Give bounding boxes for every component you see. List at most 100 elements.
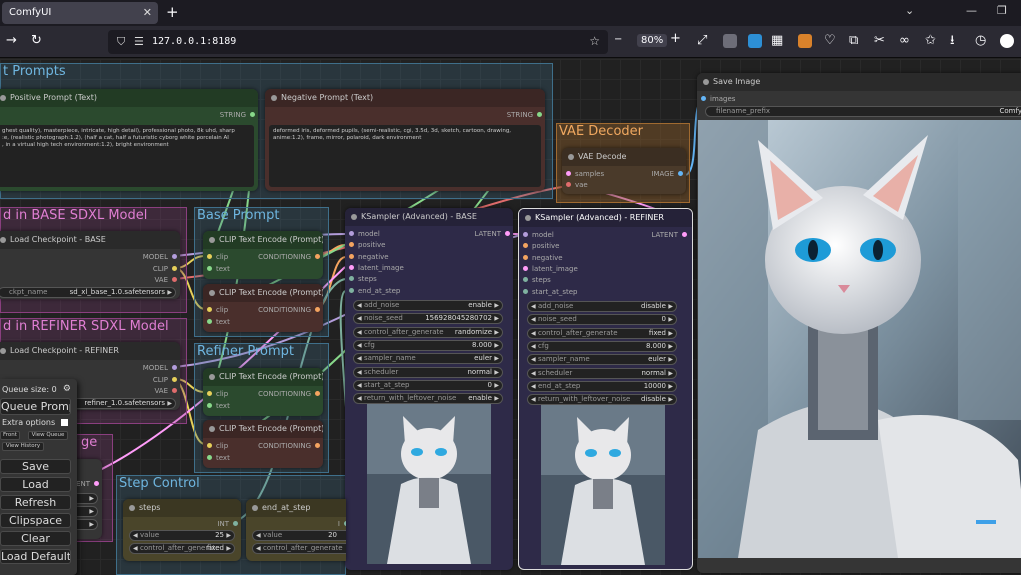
node-negative-prompt[interactable]: Negative Prompt (Text) STRING deformed i… — [265, 89, 545, 191]
history-icon[interactable]: ◷ — [975, 33, 986, 49]
fullscreen-icon[interactable]: ⤢ — [697, 33, 707, 49]
node-title[interactable]: steps — [123, 499, 241, 517]
input-positive[interactable]: positive — [522, 242, 559, 250]
positive-prompt-textarea[interactable]: ghest quality), masterpiece, intricate, … — [0, 125, 254, 187]
node-title[interactable]: Positive Prompt (Text) — [0, 89, 258, 107]
input-end-at-step[interactable]: end_at_step — [348, 287, 400, 295]
arrow-left-icon[interactable]: ◀ — [256, 544, 261, 553]
arrow-right-icon[interactable]: ▶ — [89, 520, 94, 529]
input-steps[interactable]: steps — [348, 275, 377, 283]
widget-cfg[interactable]: ◀ cfg 8.000 ▶ — [353, 339, 503, 351]
arrow-right-icon[interactable]: ▶ — [668, 355, 673, 364]
arrow-right-icon[interactable]: ▶ — [494, 394, 499, 403]
extension-screen-icon[interactable] — [798, 34, 812, 48]
input-text[interactable]: text — [206, 265, 230, 273]
save-button[interactable]: Save — [0, 459, 71, 474]
output-conditioning[interactable]: CONDITIONING — [258, 306, 321, 314]
arrow-right-icon[interactable]: ▶ — [167, 399, 172, 408]
input-text[interactable]: text — [206, 318, 230, 326]
output-image[interactable]: IMAGE — [651, 170, 684, 178]
input-clip[interactable]: clip — [206, 253, 228, 261]
output-vae[interactable]: VAE — [154, 276, 178, 284]
arrow-right-icon[interactable]: ▶ — [668, 369, 673, 378]
output-conditioning[interactable]: CONDITIONING — [258, 253, 321, 261]
load-button[interactable]: Load — [0, 477, 71, 492]
load-default-button[interactable]: Load Default — [0, 549, 71, 564]
output-int[interactable]: INT — [217, 520, 239, 528]
output-latent[interactable]: LATENT — [474, 230, 511, 238]
queue-prompt-button[interactable]: Queue Prompt — [0, 398, 71, 415]
node-ksampler-base[interactable]: KSampler (Advanced) - BASE LATENT model p… — [345, 208, 513, 570]
url-bar[interactable]: ⛉ ☰ 127.0.0.1:8189 ☆ — [108, 30, 608, 54]
arrow-left-icon[interactable]: ◀ — [256, 531, 261, 540]
input-latent-image[interactable]: latent_image — [522, 265, 578, 273]
extra-options-checkbox[interactable] — [60, 419, 68, 426]
arrow-left-icon[interactable]: ◀ — [531, 382, 536, 391]
gear-icon[interactable]: ⚙ — [63, 384, 71, 394]
output-vae[interactable]: VAE — [154, 387, 178, 395]
arrow-left-icon[interactable]: ◀ — [357, 354, 362, 363]
arrow-left-icon[interactable]: ◀ — [133, 531, 138, 540]
node-title[interactable]: Negative Prompt (Text) — [265, 89, 545, 107]
node-save-image[interactable]: Save Image images filename_prefix Comfy — [697, 73, 1021, 573]
arrow-right-icon[interactable]: ▶ — [89, 507, 94, 516]
zoom-level[interactable]: 80% — [637, 34, 668, 47]
arrow-right-icon[interactable]: ▶ — [494, 301, 499, 310]
widget-return-with-leftover-noise[interactable]: ◀ return_with_leftover_noise enable ▶ — [353, 393, 503, 405]
output-clip[interactable]: CLIP — [153, 376, 178, 384]
arrow-left-icon[interactable]: ◀ — [531, 302, 536, 311]
negative-prompt-textarea[interactable]: deformed iris, deformed pupils, (semi-re… — [269, 125, 541, 187]
widget-noise-seed[interactable]: ◀ noise_seed 156928045280702 ▶ — [353, 313, 503, 325]
refresh-button[interactable]: Refresh — [0, 495, 71, 510]
input-start-at-step[interactable]: start_at_step — [522, 288, 577, 296]
node-title[interactable]: KSampler (Advanced) - BASE — [345, 208, 513, 226]
arrow-right-icon[interactable]: ▶ — [167, 288, 172, 297]
arrow-right-icon[interactable]: ▶ — [668, 302, 673, 311]
input-latent-image[interactable]: latent_image — [348, 264, 404, 272]
reload-icon[interactable]: ↻ — [31, 33, 42, 49]
node-end-at-step[interactable]: end_at_step I ◀ value 20 ◀ control_after… — [246, 499, 346, 561]
restore-icon[interactable]: ❐ — [997, 4, 1007, 17]
widget-add-noise[interactable]: ◀ add_noise disable ▶ — [527, 301, 677, 312]
arrow-left-icon[interactable]: ◀ — [357, 341, 362, 350]
widget-scheduler[interactable]: ◀ scheduler normal ▶ — [353, 366, 503, 378]
node-title[interactable]: KSampler (Advanced) - REFINER — [519, 209, 692, 227]
input-images[interactable]: images — [700, 95, 735, 103]
filename-prefix-field[interactable]: filename_prefix Comfy — [705, 106, 1021, 117]
widget-return-with-leftover-noise[interactable]: ◀ return_with_leftover_noise disable ▶ — [527, 394, 677, 406]
arrow-left-icon[interactable]: ◀ — [133, 544, 138, 553]
extension-save-icon[interactable] — [748, 34, 762, 48]
arrow-right-icon[interactable]: ▶ — [668, 395, 673, 404]
steps-control-after-generate[interactable]: ◀ control_after_generate fixed ▶ — [129, 543, 235, 554]
arrow-right-icon[interactable]: ▶ — [668, 315, 673, 324]
widget-control-after-generate[interactable]: ◀ control_after_generate fixed ▶ — [527, 327, 677, 339]
input-text[interactable]: text — [206, 402, 230, 410]
node-title[interactable]: end_at_step — [246, 499, 346, 517]
tab-close-icon[interactable]: ✕ — [143, 2, 152, 24]
page-info-icon[interactable]: ☰ — [134, 35, 144, 48]
input-vae[interactable]: vae — [565, 181, 588, 189]
output-model[interactable]: MODEL — [143, 364, 178, 372]
arrow-right-icon[interactable]: ▶ — [494, 328, 499, 337]
node-clip-base-negative[interactable]: CLIP Text Encode (Prompt) clip text COND… — [203, 284, 323, 332]
output-string[interactable]: STRING — [220, 111, 256, 119]
arrow-left-icon[interactable]: ◀ — [531, 315, 536, 324]
arrow-right-icon[interactable]: ▶ — [494, 314, 499, 323]
output-conditioning[interactable]: CONDITIONING — [258, 390, 321, 398]
widget-start-at-step[interactable]: ◀ start_at_step 0 ▶ — [353, 379, 503, 391]
output-latent[interactable]: LATENT — [651, 231, 688, 239]
node-positive-prompt[interactable]: Positive Prompt (Text) STRING ghest qual… — [0, 89, 258, 191]
arrow-right-icon[interactable]: ▶ — [494, 381, 499, 390]
input-negative[interactable]: negative — [348, 253, 389, 261]
node-steps[interactable]: steps INT ◀ value 25 ▶ ◀ control_after_g… — [123, 499, 241, 561]
input-negative[interactable]: negative — [522, 254, 563, 262]
node-ksampler-refiner[interactable]: KSampler (Advanced) - REFINER LATENT mod… — [518, 208, 693, 570]
input-clip[interactable]: clip — [206, 390, 228, 398]
node-title[interactable]: CLIP Text Encode (Prompt) — [203, 284, 323, 302]
end-step-value-field[interactable]: ◀ value 20 — [252, 530, 346, 541]
output-string[interactable]: STRING — [507, 111, 543, 119]
ckpt-name-combo[interactable]: ckpt_name sd_xl_base_1.0.safetensors ▶ — [0, 287, 176, 298]
queue-front-button[interactable]: Front — [0, 431, 20, 440]
input-model[interactable]: model — [522, 231, 554, 239]
widget-sampler-name[interactable]: ◀ sampler_name euler ▶ — [527, 354, 677, 366]
